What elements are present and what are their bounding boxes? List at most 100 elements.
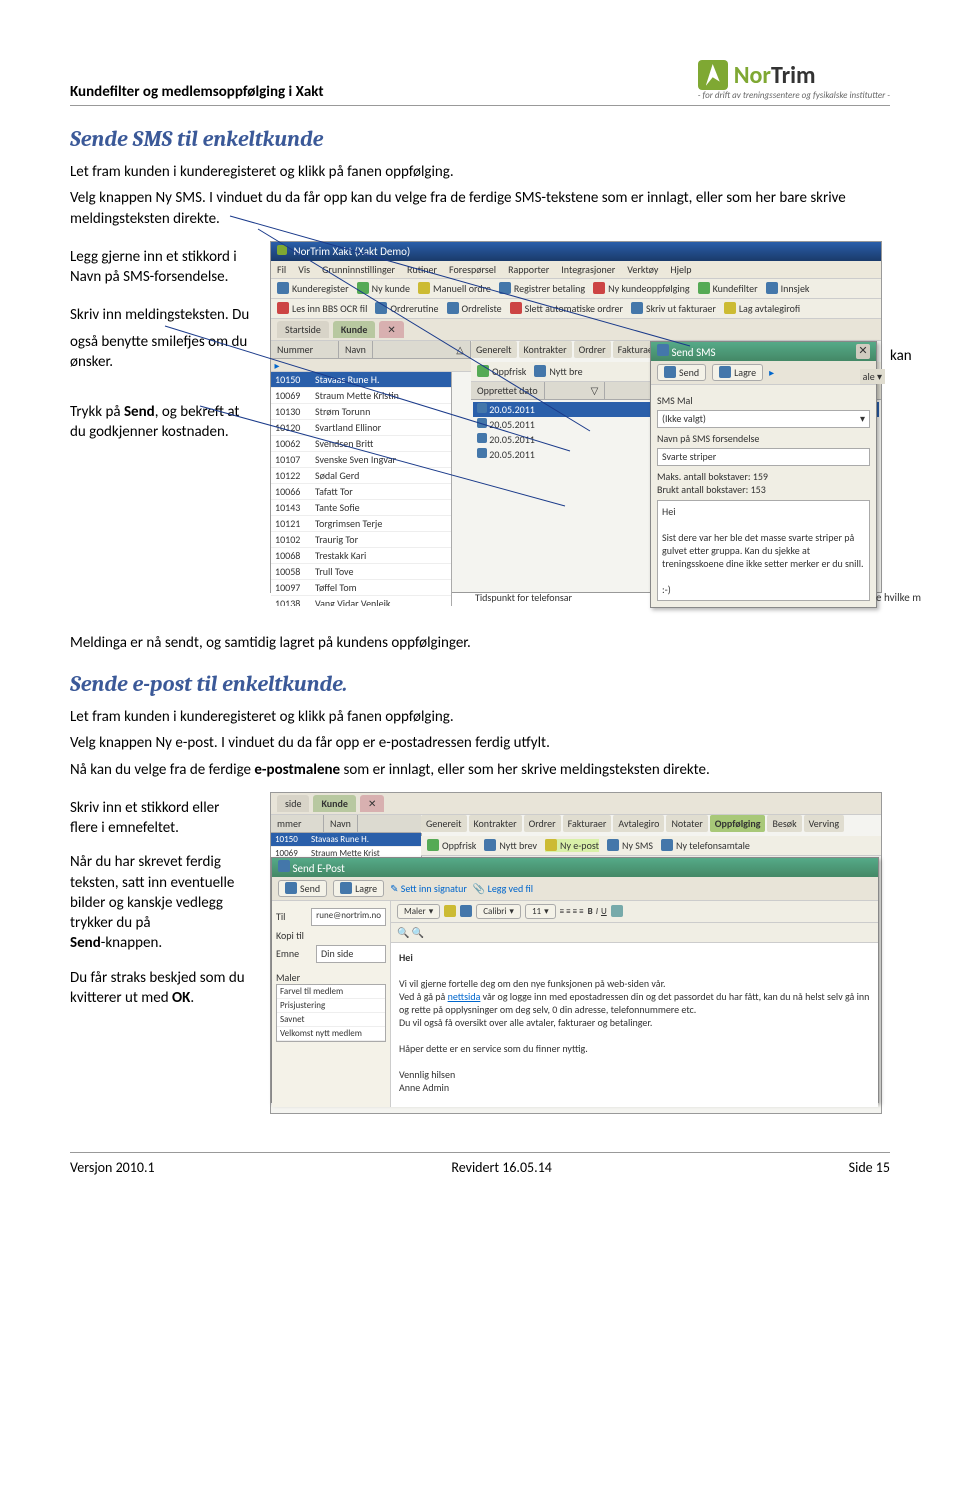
logo-text: NorTrim xyxy=(734,61,816,90)
detail-tab[interactable]: Besøk xyxy=(767,815,801,832)
template-item[interactable]: Prisjustering xyxy=(277,999,385,1013)
list-item[interactable]: 10143Tante Sofie xyxy=(271,500,451,516)
toolbar-item[interactable]: Skriv ut fakturaer xyxy=(631,302,716,315)
list-item[interactable]: 10102Traurig Tor xyxy=(271,532,451,548)
toolbar-item[interactable]: Ny kunde xyxy=(357,282,410,295)
subject-input[interactable]: Din side xyxy=(316,945,386,963)
main-tabs: Startside Kunde ✕ xyxy=(271,319,881,341)
list-item[interactable]: 10122Sødal Gerd xyxy=(271,468,451,484)
toolbar-item[interactable]: Slett automatiske ordrer xyxy=(510,302,623,315)
template-item[interactable]: Velkomst nytt medlem xyxy=(277,1027,385,1041)
size-select[interactable]: 11 ▾ xyxy=(525,904,556,919)
toolbar-item[interactable]: Lag avtalegirofi xyxy=(724,302,800,315)
mail-icon xyxy=(278,860,290,872)
clipped-text: e hvilke m xyxy=(876,591,921,604)
save-button[interactable]: Lagre xyxy=(333,880,384,897)
customer-list[interactable]: 10150Stavaas Rune H.10069Straum Mette Kr… xyxy=(271,372,452,606)
sms-mal-select[interactable]: (Ikke valgt)▾ xyxy=(657,410,870,428)
detail-tab[interactable]: Kontrakter xyxy=(469,815,522,832)
toolbar-item[interactable]: Ny kundeoppfølging xyxy=(593,282,690,295)
detail-tab[interactable]: Ordrer xyxy=(574,341,611,358)
list-item[interactable]: 10150Stavaas Rune H. xyxy=(271,833,421,847)
font-select[interactable]: Calibri ▾ xyxy=(476,904,521,919)
detail-tab[interactable]: Generelt xyxy=(471,341,517,358)
toolbar-item[interactable]: Registrer betaling xyxy=(499,282,585,295)
templates-list[interactable]: Farvel til medlemPrisjusteringSavnetVelk… xyxy=(276,984,386,1042)
list-item[interactable]: 10130Strøm Torunn xyxy=(271,404,451,420)
menu-item[interactable]: Vis xyxy=(298,263,310,276)
tab-close-icon[interactable]: ✕ xyxy=(379,321,403,338)
tab-close-icon[interactable]: ✕ xyxy=(360,795,384,812)
list-item[interactable]: 10062Svendsen Britt xyxy=(271,436,451,452)
menu-item[interactable]: Rutiner xyxy=(407,263,437,276)
toolbar-item[interactable]: Kunderegister xyxy=(277,282,349,295)
menu-item[interactable]: Grunninnstillinger xyxy=(322,263,395,276)
toolbar-item[interactable]: Ny e-post xyxy=(545,839,599,852)
tab-startside[interactable]: Startside xyxy=(277,321,329,338)
close-icon[interactable]: ✕ xyxy=(856,344,870,359)
menu-item[interactable]: Forespørsel xyxy=(449,263,496,276)
menu-item[interactable]: Rapporter xyxy=(508,263,549,276)
sms-name-label: Navn på SMS forsendelse xyxy=(657,432,787,445)
menu-item[interactable]: Hjelp xyxy=(670,263,691,276)
main-tabs: side Kunde ✕ xyxy=(271,793,881,815)
attach-button[interactable]: 📎 Legg ved fil xyxy=(473,882,533,895)
logo-tagline: - for drift av treningssentere og fysika… xyxy=(698,90,890,101)
template-item[interactable]: Savnet xyxy=(277,1013,385,1027)
list-item[interactable]: 10121Torgrimsen Terje xyxy=(271,516,451,532)
menu-item[interactable]: Fil xyxy=(277,263,286,276)
send-button[interactable]: Send xyxy=(278,880,327,897)
menu-item[interactable]: Verktøy xyxy=(627,263,658,276)
email-body[interactable]: Hei Vi vil gjerne fortelle deg om den ny… xyxy=(391,943,878,1107)
send-button[interactable]: Send xyxy=(657,364,706,381)
list-item[interactable]: 10138Vang Vidar Venleik xyxy=(271,596,451,606)
detail-tab[interactable]: Oppfølging xyxy=(710,815,766,832)
list-item[interactable]: 10120Svartland Ellinor xyxy=(271,420,451,436)
detail-tab[interactable]: Kontrakter xyxy=(519,341,572,358)
sign-button[interactable]: ✎ Sett inn signatur xyxy=(390,882,467,895)
app-toolbar-2: Les inn BBS OCR fil Ordrerutine Ordreliste… xyxy=(271,299,881,319)
kan-text: kan xyxy=(890,347,912,365)
toolbar-item[interactable]: Ordreliste xyxy=(447,302,502,315)
app-menubar: Fil Vis Grunninnstillinger Rutiner Forespørs… xyxy=(271,261,881,279)
paragraph: Velg knappen Ny SMS. I vinduet du da får… xyxy=(70,188,890,229)
toolbar-item[interactable]: Nytt brev xyxy=(484,839,537,852)
toolbar-item[interactable]: Kundefilter xyxy=(698,282,758,295)
list-item[interactable]: 10068Trestakk Kari xyxy=(271,548,451,564)
list-item[interactable]: 10066Tafatt Tor xyxy=(271,484,451,500)
list-item[interactable]: 10058Trull Tove xyxy=(271,564,451,580)
new-letter[interactable]: Nytt bre xyxy=(534,365,582,378)
save-button[interactable]: Lagre xyxy=(712,364,763,381)
template-item[interactable]: Farvel til medlem xyxy=(277,985,385,999)
paragraph: Nå kan du velge fra de ferdige e-postmal… xyxy=(70,760,890,780)
refresh-icon[interactable]: Oppfrisk xyxy=(477,365,526,378)
list-item[interactable]: 10097Tøffel Tom xyxy=(271,580,451,596)
sms-name-input[interactable]: Svarte striper xyxy=(657,448,870,466)
page-header: Kundefilter og medlemsoppfølging i Xakt … xyxy=(70,60,890,106)
detail-tab[interactable]: Fakturaer xyxy=(563,815,612,832)
toolbar-item[interactable]: Oppfrisk xyxy=(427,839,476,852)
toolbar-item[interactable]: Ny telefonsamtale xyxy=(661,839,750,852)
maler-drop[interactable]: Maler ▾ xyxy=(397,904,440,919)
list-item[interactable]: 10069Straum Mette Kristin xyxy=(271,388,451,404)
chevron-down-icon[interactable]: ▸ xyxy=(769,366,774,379)
toolbar-item[interactable]: Innsjek xyxy=(766,282,810,295)
toolbar-item[interactable]: Ny SMS xyxy=(607,839,653,852)
toolbar-item[interactable]: Les inn BBS OCR fil xyxy=(277,302,367,315)
detail-tab[interactable]: Avtalegiro xyxy=(613,815,664,832)
detail-tab[interactable]: Ordrer xyxy=(524,815,561,832)
to-input[interactable]: rune@nortrim.no xyxy=(311,908,386,926)
list-item[interactable]: 10150Stavaas Rune H. xyxy=(271,372,451,388)
sms-body-textarea[interactable]: Hei Sist dere var her ble det masse svar… xyxy=(657,500,870,601)
side-text: Du får straks beskjed som du kvitterer u… xyxy=(70,968,250,1009)
detail-tab[interactable]: Genereit xyxy=(421,815,467,832)
list-item[interactable]: 10107Svenske Sven Ingvar xyxy=(271,452,451,468)
screenshot-sms: NorTrim Xakt (Xakt Demo) FilVisGrunninns… xyxy=(270,241,882,593)
toolbar-item[interactable]: Manuell ordre xyxy=(418,282,491,295)
detail-tab[interactable]: Verving xyxy=(804,815,845,832)
tab-kunde[interactable]: Kunde xyxy=(333,321,376,338)
logo-icon xyxy=(698,60,728,90)
toolbar-item[interactable]: Ordrerutine xyxy=(375,302,438,315)
detail-tab[interactable]: Notater xyxy=(666,815,707,832)
menu-item[interactable]: Integrasjoner xyxy=(561,263,615,276)
